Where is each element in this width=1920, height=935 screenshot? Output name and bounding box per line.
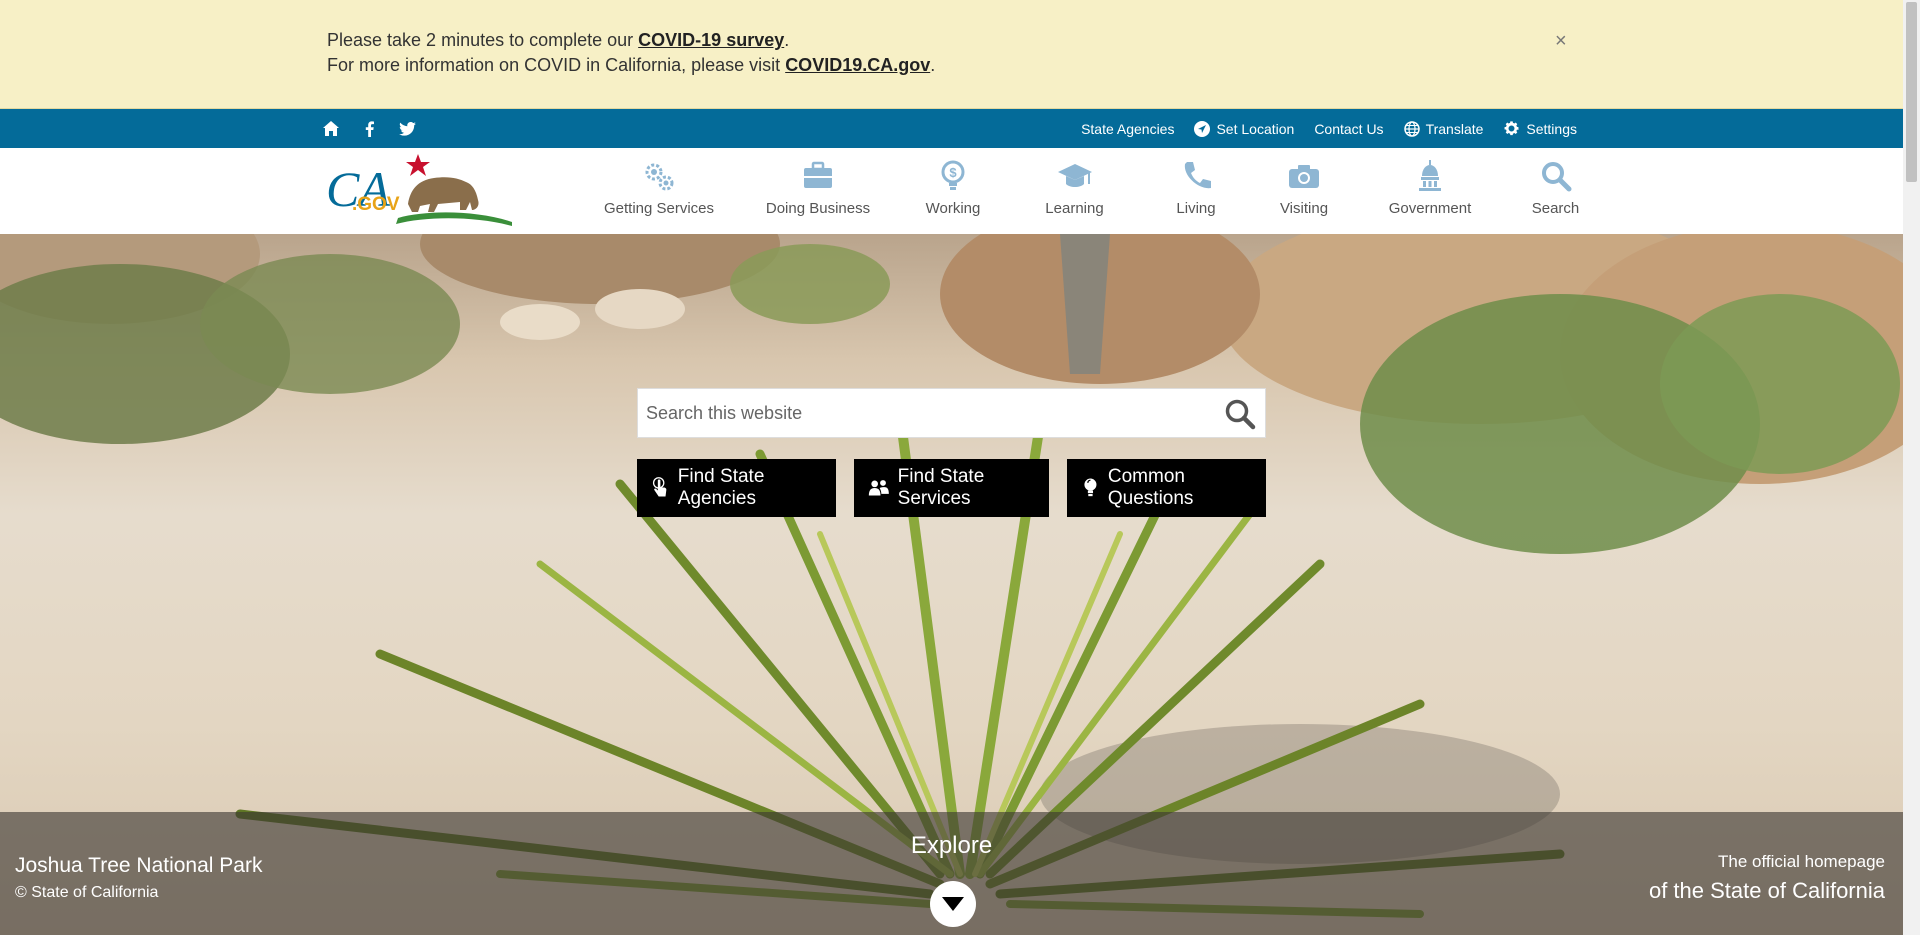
lightbulb-dollar-icon: $ [941, 160, 965, 190]
nav-item-getting-services[interactable]: Getting Services [580, 148, 738, 234]
contact-us-label: Contact Us [1314, 120, 1384, 137]
nav-label: Government [1388, 200, 1472, 217]
nav-item-doing-business[interactable]: Doing Business [738, 148, 898, 234]
covid-alert-banner: Please take 2 minutes to complete our CO… [0, 0, 1903, 109]
site-search-form [637, 388, 1266, 438]
page-scrollbar[interactable] [1903, 0, 1920, 935]
contact-us-link[interactable]: Contact Us [1314, 121, 1383, 137]
nav-label: Search [1531, 200, 1580, 217]
search-icon [1541, 162, 1571, 192]
gear-icon [1504, 121, 1519, 136]
nav-label: Learning [1045, 200, 1104, 217]
common-questions-button[interactable]: Common Questions [1067, 459, 1266, 517]
nav-label: Living [1176, 200, 1216, 217]
alert-line2-text: For more information on COVID in Califor… [327, 55, 786, 75]
cta-label: Common Questions [1107, 466, 1194, 509]
briefcase-icon [804, 161, 832, 188]
svg-text:$: $ [949, 165, 957, 180]
translate-link[interactable]: Translate [1403, 120, 1484, 137]
page: Please take 2 minutes to complete our CO… [0, 0, 1903, 935]
find-state-agencies-button[interactable]: Find State Agencies [637, 459, 836, 517]
scrollbar-thumb[interactable] [1906, 2, 1917, 182]
tagline-line1: The official homepage [1718, 852, 1885, 871]
nav-item-visiting[interactable]: Visiting [1251, 148, 1357, 234]
people-icon [868, 480, 889, 496]
cta-label: Find State Agencies [677, 466, 765, 509]
main-nav: Getting Services Doing Business $ Workin… [580, 148, 1608, 234]
covid-survey-link[interactable]: COVID-19 survey [638, 30, 784, 50]
main-header: CA .GOV Getting Services Doing Business … [0, 148, 1903, 234]
camera-icon [1289, 165, 1319, 188]
facebook-icon[interactable] [360, 120, 378, 138]
twitter-icon[interactable] [398, 120, 416, 138]
capitol-icon [1419, 160, 1441, 191]
nav-item-search[interactable]: Search [1503, 148, 1608, 234]
nav-label: Visiting [1279, 200, 1329, 217]
photo-credit: © State of California [15, 884, 159, 901]
cta-label: Find State Services [897, 466, 985, 509]
home-icon[interactable] [322, 120, 340, 138]
alert-message: Please take 2 minutes to complete our CO… [327, 28, 935, 78]
translate-label: Translate [1425, 120, 1484, 137]
phone-icon [1184, 162, 1211, 189]
search-input[interactable] [638, 389, 1214, 437]
ca-gov-logo[interactable]: CA .GOV [326, 154, 512, 226]
find-state-services-button[interactable]: Find State Services [854, 459, 1049, 517]
nav-label: Working [925, 200, 981, 217]
set-location-label: Set Location [1216, 120, 1295, 137]
search-submit-button[interactable] [1223, 397, 1257, 431]
covid19-ca-gov-link[interactable]: COVID19.CA.gov [785, 55, 930, 75]
state-agencies-link[interactable]: State Agencies [1081, 121, 1174, 137]
hero-section: Find State Agencies Find State Services … [0, 234, 1903, 935]
nav-item-government[interactable]: Government [1357, 148, 1503, 234]
nav-label: Getting Services [603, 200, 715, 217]
search-icon [1225, 399, 1256, 430]
explore-scroll-button[interactable] [930, 881, 976, 927]
state-agencies-label: State Agencies [1081, 120, 1175, 137]
logo-gov-text: .GOV [352, 194, 400, 215]
nav-label: Doing Business [765, 200, 871, 217]
lightbulb-icon [1084, 478, 1097, 497]
nav-item-learning[interactable]: Learning [1008, 148, 1141, 234]
globe-icon [1403, 120, 1420, 137]
utility-links: State Agencies Set Location Contact Us T… [1081, 109, 1577, 148]
explore-heading: Explore [910, 832, 993, 859]
nav-item-living[interactable]: Living [1141, 148, 1251, 234]
caret-down-icon [942, 897, 964, 911]
alert-line2-suffix: . [930, 55, 936, 75]
graduation-cap-icon [1057, 164, 1092, 187]
settings-label: Settings [1526, 120, 1577, 137]
social-links [322, 109, 416, 148]
pointer-hand-icon [652, 477, 667, 497]
alert-line1-text: Please take 2 minutes to complete our [327, 30, 639, 50]
explore-band: Joshua Tree National Park © State of Cal… [0, 812, 1903, 935]
set-location-link[interactable]: Set Location [1194, 120, 1295, 137]
utility-header: State Agencies Set Location Contact Us T… [0, 109, 1903, 148]
settings-link[interactable]: Settings [1503, 120, 1577, 137]
location-icon [1194, 120, 1211, 137]
close-alert-button[interactable]: × [1555, 30, 1567, 53]
gears-icon [645, 163, 674, 191]
nav-item-working[interactable]: $ Working [898, 148, 1008, 234]
alert-line1-suffix: . [784, 30, 790, 50]
tagline-line2: of the State of California [1648, 878, 1885, 903]
